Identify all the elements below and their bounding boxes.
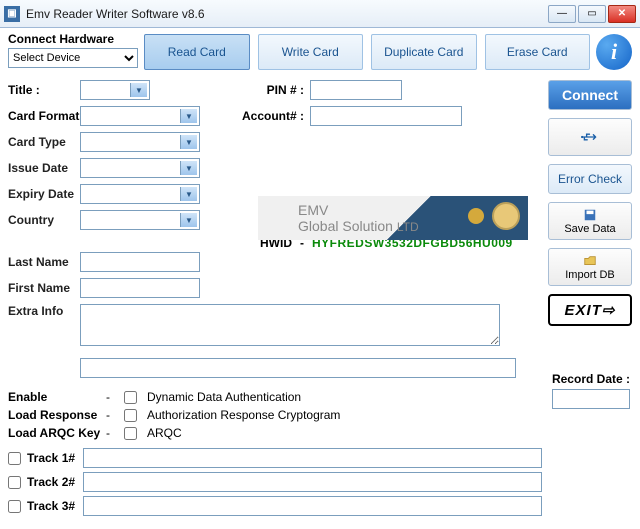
load-response-option-label: Authorization Response Cryptogram [147,408,340,422]
track1-label: Track 1# [27,451,83,465]
duplicate-card-button[interactable]: Duplicate Card [371,34,477,70]
folder-icon [581,254,599,268]
first-name-input[interactable] [80,278,200,298]
card-format-combo[interactable] [80,106,200,126]
title-label: Title : [8,83,80,97]
info-icon[interactable]: i [596,34,632,70]
load-arqc-checkbox[interactable] [124,427,137,440]
expiry-date-label: Expiry Date [8,187,80,201]
erase-card-button[interactable]: Erase Card [485,34,591,70]
account-label: Account# : [240,109,310,123]
pin-label: PIN # : [240,83,310,97]
track3-label: Track 3# [27,499,83,513]
load-arqc-label: Load ARQC Key [8,426,106,440]
record-date-input[interactable] [552,389,630,409]
exit-button[interactable]: EXIT⇨ [548,294,632,326]
usb-button[interactable] [548,118,632,156]
issue-date-label: Issue Date [8,161,80,175]
last-name-input[interactable] [80,252,200,272]
window-title: Emv Reader Writer Software v8.6 [26,7,205,21]
usb-icon [581,130,599,144]
import-db-button[interactable]: Import DB [548,248,632,286]
chip-icon [492,202,520,230]
extra-info-input[interactable] [80,304,500,346]
record-date-label: Record Date : [552,372,630,386]
track2-label: Track 2# [27,475,83,489]
country-combo[interactable] [80,210,200,230]
titlebar: ▣ Emv Reader Writer Software v8.6 — ▭ ✕ [0,0,640,28]
pin-input[interactable] [310,80,402,100]
first-name-label: First Name [8,281,80,295]
brand-banner: EMV Global Solution LTD [258,196,528,240]
track3-checkbox[interactable] [8,500,21,513]
card-format-label: Card Format [8,109,80,123]
track2-input[interactable] [83,472,542,492]
save-icon [581,208,599,222]
enable-label: Enable [8,390,106,404]
country-label: Country [8,213,80,227]
track3-input[interactable] [83,496,542,516]
maximize-button[interactable]: ▭ [578,5,606,23]
enable-option-label: Dynamic Data Authentication [147,390,301,404]
title-combo[interactable] [80,80,150,100]
last-name-label: Last Name [8,255,80,269]
expiry-date-combo[interactable] [80,184,200,204]
extra-info-line-input[interactable] [80,358,516,378]
track2-checkbox[interactable] [8,476,21,489]
load-arqc-option-label: ARQC [147,426,182,440]
minimize-button[interactable]: — [548,5,576,23]
card-type-label: Card Type [8,135,80,149]
connect-hardware-label: Connect Hardware [8,32,138,46]
device-select[interactable]: Select Device [8,48,138,68]
enable-checkbox[interactable] [124,391,137,404]
app-icon: ▣ [4,6,20,22]
card-type-combo[interactable] [80,132,200,152]
account-input[interactable] [310,106,462,126]
issue-date-combo[interactable] [80,158,200,178]
connect-button[interactable]: Connect [548,80,632,110]
key-icon [468,208,484,224]
record-date-area: Record Date : [552,372,630,409]
write-card-button[interactable]: Write Card [258,34,364,70]
load-response-label: Load Response [8,408,106,422]
load-response-checkbox[interactable] [124,409,137,422]
save-data-button[interactable]: Save Data [548,202,632,240]
error-check-button[interactable]: Error Check [548,164,632,194]
extra-info-label: Extra Info [8,304,80,318]
track1-input[interactable] [83,448,542,468]
read-card-button[interactable]: Read Card [144,34,250,70]
close-button[interactable]: ✕ [608,5,636,23]
track1-checkbox[interactable] [8,452,21,465]
exit-arrow-icon: ⇨ [602,301,616,319]
